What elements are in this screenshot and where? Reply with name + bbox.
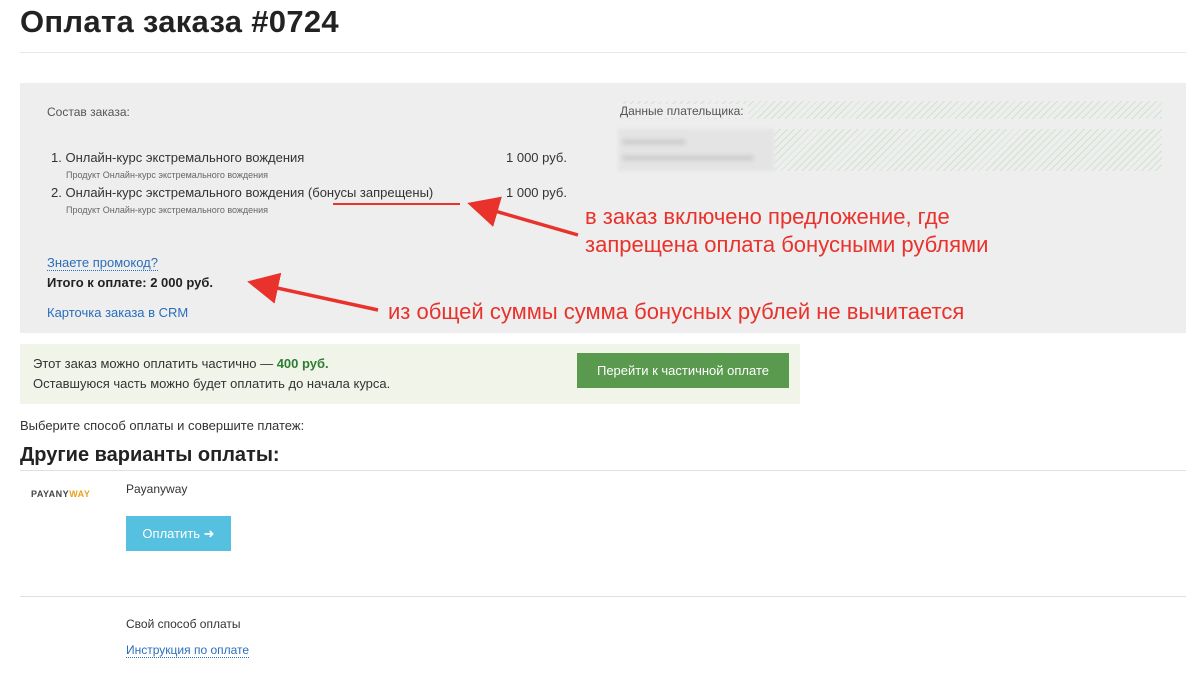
custom-payment-method: Свой способ оплаты (126, 617, 241, 631)
order-item-2-price: 1 000 руб. (506, 185, 567, 200)
title-divider (20, 52, 1186, 53)
payer-data-hatch (774, 129, 1162, 171)
payanyway-logo-text-a: PAYANY (31, 489, 70, 499)
bonus-annotation-line2: запрещена оплата бонусными рублями (585, 232, 989, 257)
payer-data-label: Данные плательщика: (620, 104, 748, 118)
order-item-2-name: 2. Онлайн-курс экстремального вождения (… (51, 185, 433, 200)
order-item-2-name-text: 2. Онлайн-курс экстремального вождения (51, 185, 308, 200)
promo-code-link[interactable]: Знаете промокод? (47, 255, 158, 271)
payanyway-logo-text-b: WAY (69, 489, 91, 499)
partial-payment-panel: Этот заказ можно оплатить частично — 400… (20, 344, 800, 404)
order-item-1-product: Продукт Онлайн-курс экстремального вожде… (66, 170, 269, 180)
pay-button-label: Оплатить (142, 525, 201, 541)
crm-order-card-link[interactable]: Карточка заказа в CRM (47, 305, 188, 320)
order-item-1-name: 1. Онлайн-курс экстремального вождения (51, 150, 305, 165)
arrow-right-icon: ➜ (203, 525, 215, 541)
payanyway-logo: PAYANYWAY (31, 489, 90, 499)
partial-payment-note: Оставшуюся часть можно будет оплатить до… (33, 376, 391, 391)
bottom-divider (20, 596, 1186, 597)
payer-data-redacted (618, 129, 774, 171)
bonus-forbidden-label: (бонусы запрещены) (307, 185, 434, 200)
bonus-forbidden-underline (333, 203, 460, 205)
order-composition-label: Состав заказа: (47, 105, 130, 119)
pay-button[interactable]: Оплатить ➜ (126, 516, 231, 551)
section-divider (20, 470, 1186, 471)
partial-payment-text: Этот заказ можно оплатить частично — 400… (33, 356, 329, 371)
redacted-name (622, 139, 686, 145)
payment-instructions-link[interactable]: Инструкция по оплате (126, 643, 250, 658)
choose-payment-text: Выберите способ оплаты и совершите плате… (20, 418, 305, 433)
bonus-annotation-line1: в заказ включено предложение, где (585, 204, 950, 229)
partial-payment-prefix: Этот заказ можно оплатить частично — (33, 356, 277, 371)
redacted-email (622, 155, 754, 161)
order-item-1-price: 1 000 руб. (506, 150, 567, 165)
page-title: Оплата заказа #0724 (20, 4, 339, 39)
other-payment-title: Другие варианты оплаты: (20, 444, 280, 466)
partial-payment-amount: 400 руб. (276, 356, 329, 371)
total-annotation: из общей суммы сумма бонусных рублей не … (388, 299, 965, 324)
payanyway-method-name[interactable]: Payanyway (126, 482, 187, 496)
partial-payment-button[interactable]: Перейти к частичной оплате (577, 353, 789, 388)
order-total: Итого к оплате: 2 000 руб. (47, 275, 213, 290)
order-item-2-product: Продукт Онлайн-курс экстремального вожде… (66, 205, 269, 215)
